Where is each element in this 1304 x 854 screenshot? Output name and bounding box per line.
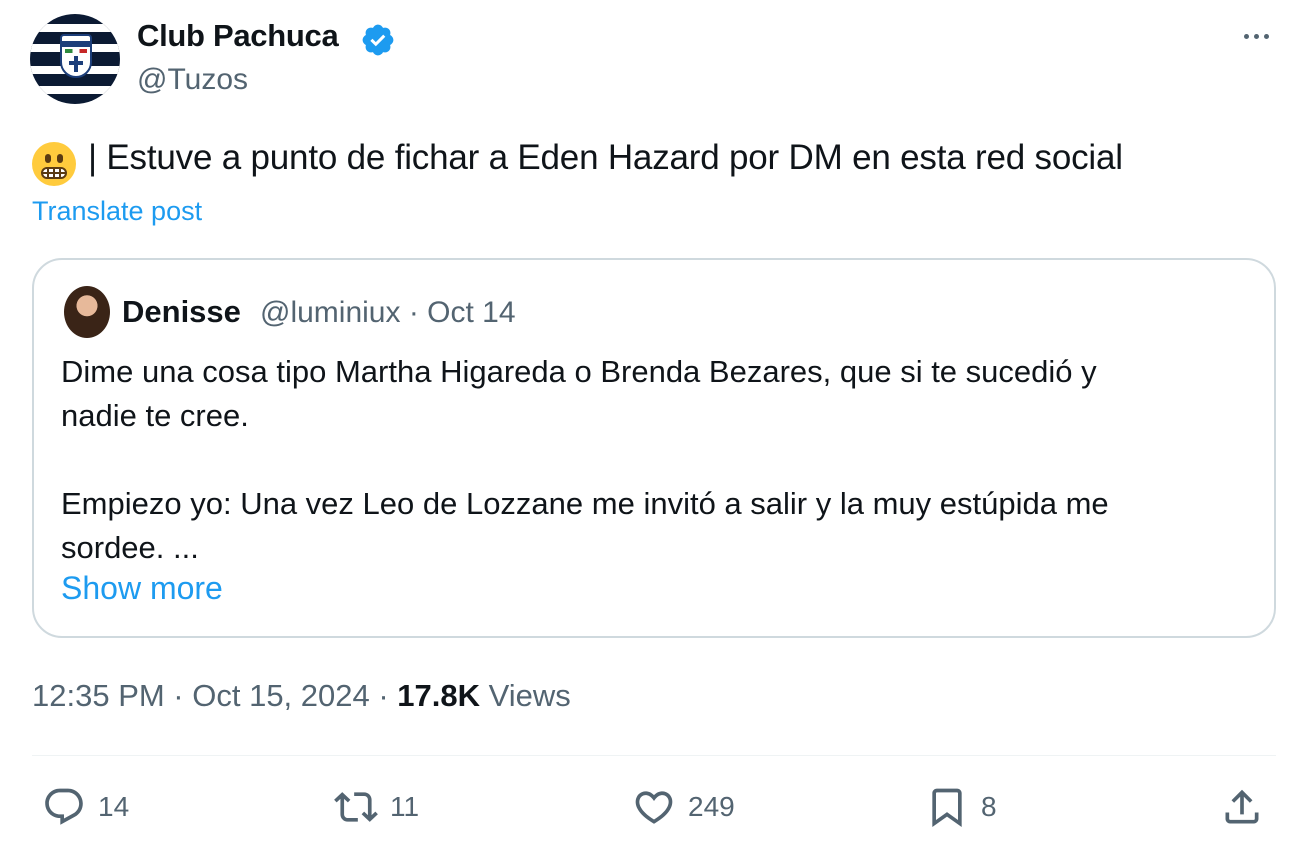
share-icon bbox=[1225, 789, 1259, 824]
divider bbox=[32, 755, 1276, 756]
post-timestamp[interactable]: 12:35 PM · Oct 15, 2024 · bbox=[32, 678, 397, 713]
reply-icon bbox=[45, 788, 83, 825]
bookmark-count: 8 bbox=[981, 791, 997, 822]
quoted-post-text: Dime una cosa tipo Martha Higareda o Bre… bbox=[61, 350, 1231, 570]
quoted-text-line: Dime una cosa tipo Martha Higareda o Bre… bbox=[61, 354, 1097, 389]
repost-count: 11 bbox=[390, 791, 420, 822]
like-button[interactable]: 249 bbox=[632, 784, 735, 830]
post-text: | Estuve a punto de fichar a Eden Hazard… bbox=[88, 138, 1123, 177]
post-detail: Club Pachuca @Tuzos | Estuve a punto de … bbox=[0, 0, 1304, 854]
translate-post-link[interactable]: Translate post bbox=[32, 196, 202, 227]
views-count: 17.8K bbox=[397, 678, 481, 713]
quoted-text-line: nadie te cree. bbox=[61, 398, 249, 433]
views-label: Views bbox=[480, 678, 571, 713]
quoted-text-line: Empiezo yo: Una vez Leo de Lozzane me in… bbox=[61, 486, 1109, 521]
club-crest-logo bbox=[60, 34, 92, 78]
reply-count: 14 bbox=[98, 791, 130, 822]
quoted-author-meta: @luminiux · Oct 14 bbox=[260, 296, 516, 329]
repost-button[interactable]: 11 bbox=[334, 784, 419, 830]
quoted-author-name[interactable]: Denisse bbox=[122, 294, 241, 330]
author-name[interactable]: Club Pachuca bbox=[137, 18, 339, 54]
quoted-author-avatar[interactable] bbox=[64, 286, 110, 338]
post-meta: 12:35 PM · Oct 15, 2024 · 17.8K Views bbox=[32, 678, 571, 714]
quoted-post-card[interactable]: Denisse @luminiux · Oct 14 Dime una cosa… bbox=[32, 258, 1276, 638]
reply-button[interactable]: 14 bbox=[42, 784, 129, 830]
more-options-icon[interactable] bbox=[1236, 24, 1276, 48]
quoted-text-line: sordee. ... bbox=[61, 530, 199, 565]
bookmark-button[interactable]: 8 bbox=[925, 784, 997, 830]
grimacing-face-emoji-icon bbox=[32, 142, 76, 186]
bookmark-icon bbox=[932, 788, 962, 828]
repost-icon bbox=[334, 792, 378, 822]
verified-badge-icon bbox=[362, 24, 394, 56]
share-button[interactable] bbox=[1220, 784, 1264, 830]
author-avatar[interactable] bbox=[30, 14, 120, 104]
heart-icon bbox=[635, 791, 673, 824]
author-handle[interactable]: @Tuzos bbox=[137, 63, 248, 97]
show-more-link[interactable]: Show more bbox=[61, 570, 223, 607]
like-count: 249 bbox=[688, 791, 735, 822]
